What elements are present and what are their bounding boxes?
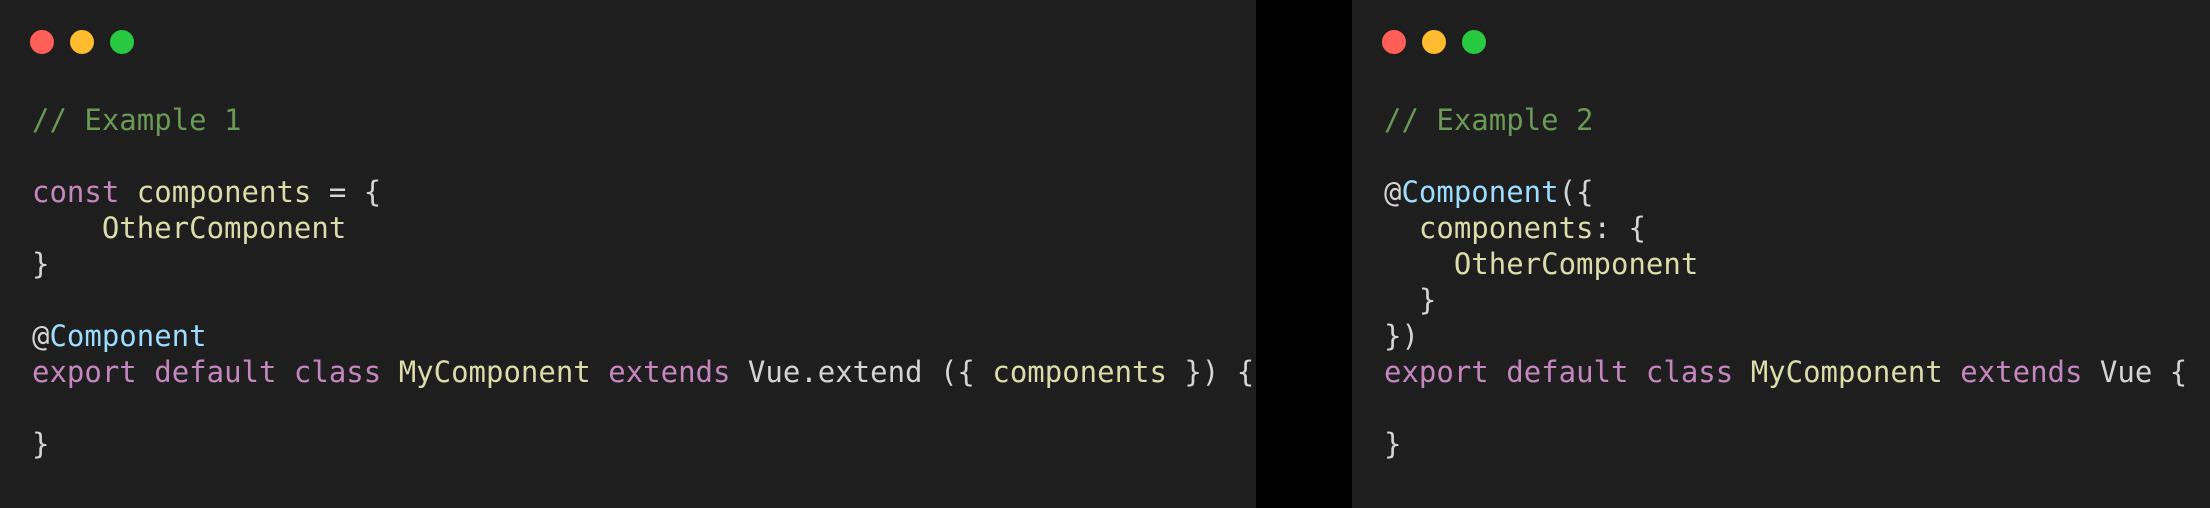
code-token-plain: Vue { xyxy=(2082,355,2188,389)
code-line: } xyxy=(32,246,1254,282)
code-line: @Component({ xyxy=(1384,174,2187,210)
code-token-plain: } xyxy=(32,427,50,461)
code-line: }) xyxy=(1384,318,2187,354)
close-dot-icon[interactable] xyxy=(30,30,54,54)
code-line: } xyxy=(1384,282,2187,318)
code-token-ident: components xyxy=(1418,211,1594,245)
code-token-plain: }) xyxy=(1384,319,1419,353)
code-token-ident: MyComponent xyxy=(1750,355,1943,389)
code-token-plain: } xyxy=(32,247,50,281)
code-token-plain: } xyxy=(1384,427,1402,461)
code-line: } xyxy=(1384,426,2187,462)
zoom-dot-icon[interactable] xyxy=(1462,30,1486,54)
window-controls xyxy=(1382,30,1486,54)
code-token-plain: ({ xyxy=(1558,175,1594,209)
code-token-plain: : { xyxy=(1593,211,1646,245)
code-window-example-1: // Example 1 const components = { OtherC… xyxy=(0,0,1256,508)
code-line: @Component xyxy=(32,318,1254,354)
code-token-ident: OtherComponent xyxy=(101,211,347,245)
code-token-keyword: const xyxy=(32,175,120,209)
code-token-keyword: class xyxy=(1645,355,1734,389)
code-line: export default class MyComponent extends… xyxy=(1384,354,2187,390)
code-token-ident: MyComponent xyxy=(398,355,591,389)
code-line: // Example 2 xyxy=(1384,102,2187,138)
code-token-deco: Component xyxy=(49,319,207,353)
code-line: OtherComponent xyxy=(32,210,1254,246)
code-line: components: { xyxy=(1384,210,2187,246)
code-token-keyword: class xyxy=(293,355,382,389)
close-dot-icon[interactable] xyxy=(1382,30,1406,54)
zoom-dot-icon[interactable] xyxy=(110,30,134,54)
code-token-ident: components xyxy=(136,175,312,209)
code-window-example-2: // Example 2 @Component({ components: { … xyxy=(1352,0,2210,508)
code-token-deco: Component xyxy=(1401,175,1559,209)
code-token-plain: }) { xyxy=(1166,355,1255,389)
code-token-plain: Vue.extend ({ xyxy=(730,355,993,389)
code-token-comment: // Example 1 xyxy=(32,103,242,137)
code-block: // Example 1 const components = { OtherC… xyxy=(32,102,1254,462)
code-token-ident: OtherComponent xyxy=(1453,247,1699,281)
code-token-keyword: extends xyxy=(608,355,731,389)
code-block: // Example 2 @Component({ components: { … xyxy=(1384,102,2187,462)
minimize-dot-icon[interactable] xyxy=(70,30,94,54)
code-line: // Example 1 xyxy=(32,102,1254,138)
code-token-keyword: extends xyxy=(1960,355,2083,389)
code-token-keyword: default xyxy=(1506,355,1629,389)
code-token-plain: @ xyxy=(1384,175,1402,209)
screenshot-canvas: // Example 1 const components = { OtherC… xyxy=(0,0,2210,508)
code-token-keyword: export xyxy=(32,355,137,389)
minimize-dot-icon[interactable] xyxy=(1422,30,1446,54)
code-token-keyword: export xyxy=(1384,355,1489,389)
code-line: } xyxy=(32,426,1254,462)
code-token-ident: components xyxy=(992,355,1167,389)
code-token-keyword: default xyxy=(154,355,277,389)
code-line: OtherComponent xyxy=(1384,246,2187,282)
code-token-plain: @ xyxy=(32,319,50,353)
code-line: const components = { xyxy=(32,174,1254,210)
window-controls xyxy=(30,30,134,54)
code-line: export default class MyComponent extends… xyxy=(32,354,1254,390)
code-token-plain: } xyxy=(1384,283,1437,317)
code-token-plain: = { xyxy=(311,175,382,209)
code-token-comment: // Example 2 xyxy=(1384,103,1594,137)
